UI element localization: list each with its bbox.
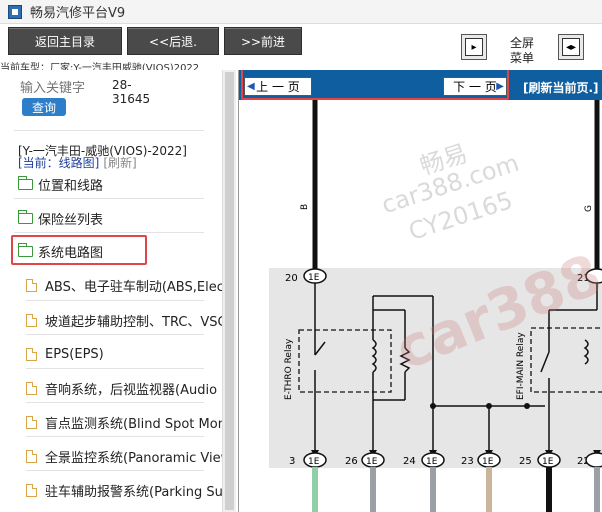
relay2-label: EFI-MAIN Relay [516, 332, 526, 400]
folder-fuse-list[interactable]: 保险丝列表 [18, 205, 222, 231]
arrow-right-icon: ▸ [465, 38, 483, 56]
fullscreen-label-line1: 全屏 [509, 36, 534, 50]
item-label: ABS、电子驻车制动(ABS,Electric [45, 279, 222, 295]
search-input[interactable] [20, 78, 110, 98]
pin-top-left-number: 20 [285, 273, 298, 284]
divider [26, 470, 204, 471]
app-icon [8, 4, 22, 19]
code-text: 28-31645 [112, 78, 151, 106]
diagram-item[interactable]: ABS、电子驻车制动(ABS,Electric [26, 272, 222, 298]
diagram-item[interactable]: 驻车辅助报警系统(Parking Sup [26, 477, 222, 503]
connector-label: 1E [308, 273, 320, 283]
file-icon [26, 483, 37, 497]
wire-label-left: B [300, 204, 310, 210]
relay1-label: E-THRO Relay [284, 338, 294, 400]
folder-location-wiring[interactable]: 位置和线路 [18, 171, 222, 197]
diagram-item[interactable]: 盲点监测系统(Blind Spot Mon [26, 409, 222, 435]
pin-number: 25 [519, 456, 532, 467]
pin-number: 24 [403, 456, 416, 467]
collapse-panel-button[interactable]: ▸ [461, 34, 487, 60]
diagram-viewer: ◀ 上 一 页 下 一 页 ▶ [刷新当前页.] B G 20 1E 21 E- [238, 70, 602, 512]
divider [26, 402, 204, 403]
connector-label: 1E [308, 457, 320, 467]
connector-label: 1E [482, 457, 494, 467]
file-icon [26, 347, 37, 361]
item-label: 全景监控系统(Panoramic View [45, 450, 222, 466]
divider [14, 232, 204, 233]
divider [14, 130, 204, 131]
back-to-main-button[interactable]: 返回主目录 [8, 27, 122, 55]
item-label: EPS(EPS) [45, 346, 104, 362]
divider [14, 198, 204, 199]
folder-icon [18, 175, 33, 190]
folder-label: 保险丝列表 [38, 212, 104, 228]
title-bar: 畅易汽修平台V9 [0, 0, 602, 24]
file-icon [26, 415, 37, 429]
divider [26, 436, 204, 437]
sidebar-scrollbar[interactable] [222, 70, 236, 512]
folder-icon [18, 209, 33, 224]
diagram-item[interactable]: 音响系统，后视监视器(Audio S [26, 375, 222, 401]
current-view-label: [当前：线路图] [18, 156, 100, 170]
search-button[interactable]: 查询 [22, 98, 66, 116]
diagram-item[interactable]: 坡道起步辅助控制、TRC、VSC [26, 307, 222, 333]
fullscreen-label-line2: 菜单 [509, 51, 534, 65]
back-button[interactable]: <<后退. [127, 27, 219, 55]
file-icon [26, 449, 37, 463]
scrollbar-thumb[interactable] [225, 72, 234, 510]
divider [26, 300, 204, 301]
pin-number: 3 [289, 456, 295, 467]
sidebar: 查询 28-31645 [Y-一汽丰田-威驰(VIOS)-2022] [当前：线… [0, 70, 222, 512]
diagram-item[interactable]: 全景监控系统(Panoramic View [26, 443, 222, 469]
item-label: 盲点监测系统(Blind Spot Mon [45, 416, 222, 432]
connector-label: 1E [542, 457, 554, 467]
highlight-box [11, 235, 147, 265]
pin-number: 26 [345, 456, 358, 467]
file-icon [26, 381, 37, 395]
item-label: 驻车辅助报警系统(Parking Sup [45, 484, 222, 500]
folder-label: 位置和线路 [38, 178, 104, 194]
double-arrow-icon: ◂▸ [562, 38, 580, 56]
file-icon [26, 278, 37, 292]
wire-label-right: G [584, 205, 594, 212]
breadcrumb: [当前：线路图] [刷新] [18, 154, 137, 171]
window-title: 畅易汽修平台V9 [30, 6, 126, 21]
item-label: 坡道起步辅助控制、TRC、VSC [45, 314, 222, 330]
page-navbar: ◀ 上 一 页 下 一 页 ▶ [刷新当前页.] [239, 70, 602, 100]
highlight-box [241, 70, 509, 100]
forward-button[interactable]: >>前进 [224, 27, 302, 55]
expand-panel-button[interactable]: ◂▸ [558, 34, 584, 60]
connector-label: 1E [426, 457, 438, 467]
refresh-link[interactable]: [刷新] [103, 156, 136, 170]
item-label: 音响系统，后视监视器(Audio S [45, 382, 222, 398]
pin-number: 23 [461, 456, 474, 467]
divider [26, 368, 204, 369]
connector-label: 1E [366, 457, 378, 467]
refresh-page-link[interactable]: [刷新当前页.] [523, 79, 599, 96]
file-icon [26, 313, 37, 327]
fullscreen-menu-label[interactable]: 全屏 菜单 [506, 36, 538, 66]
diagram-item[interactable]: EPS(EPS) [26, 341, 222, 367]
divider [26, 334, 204, 335]
